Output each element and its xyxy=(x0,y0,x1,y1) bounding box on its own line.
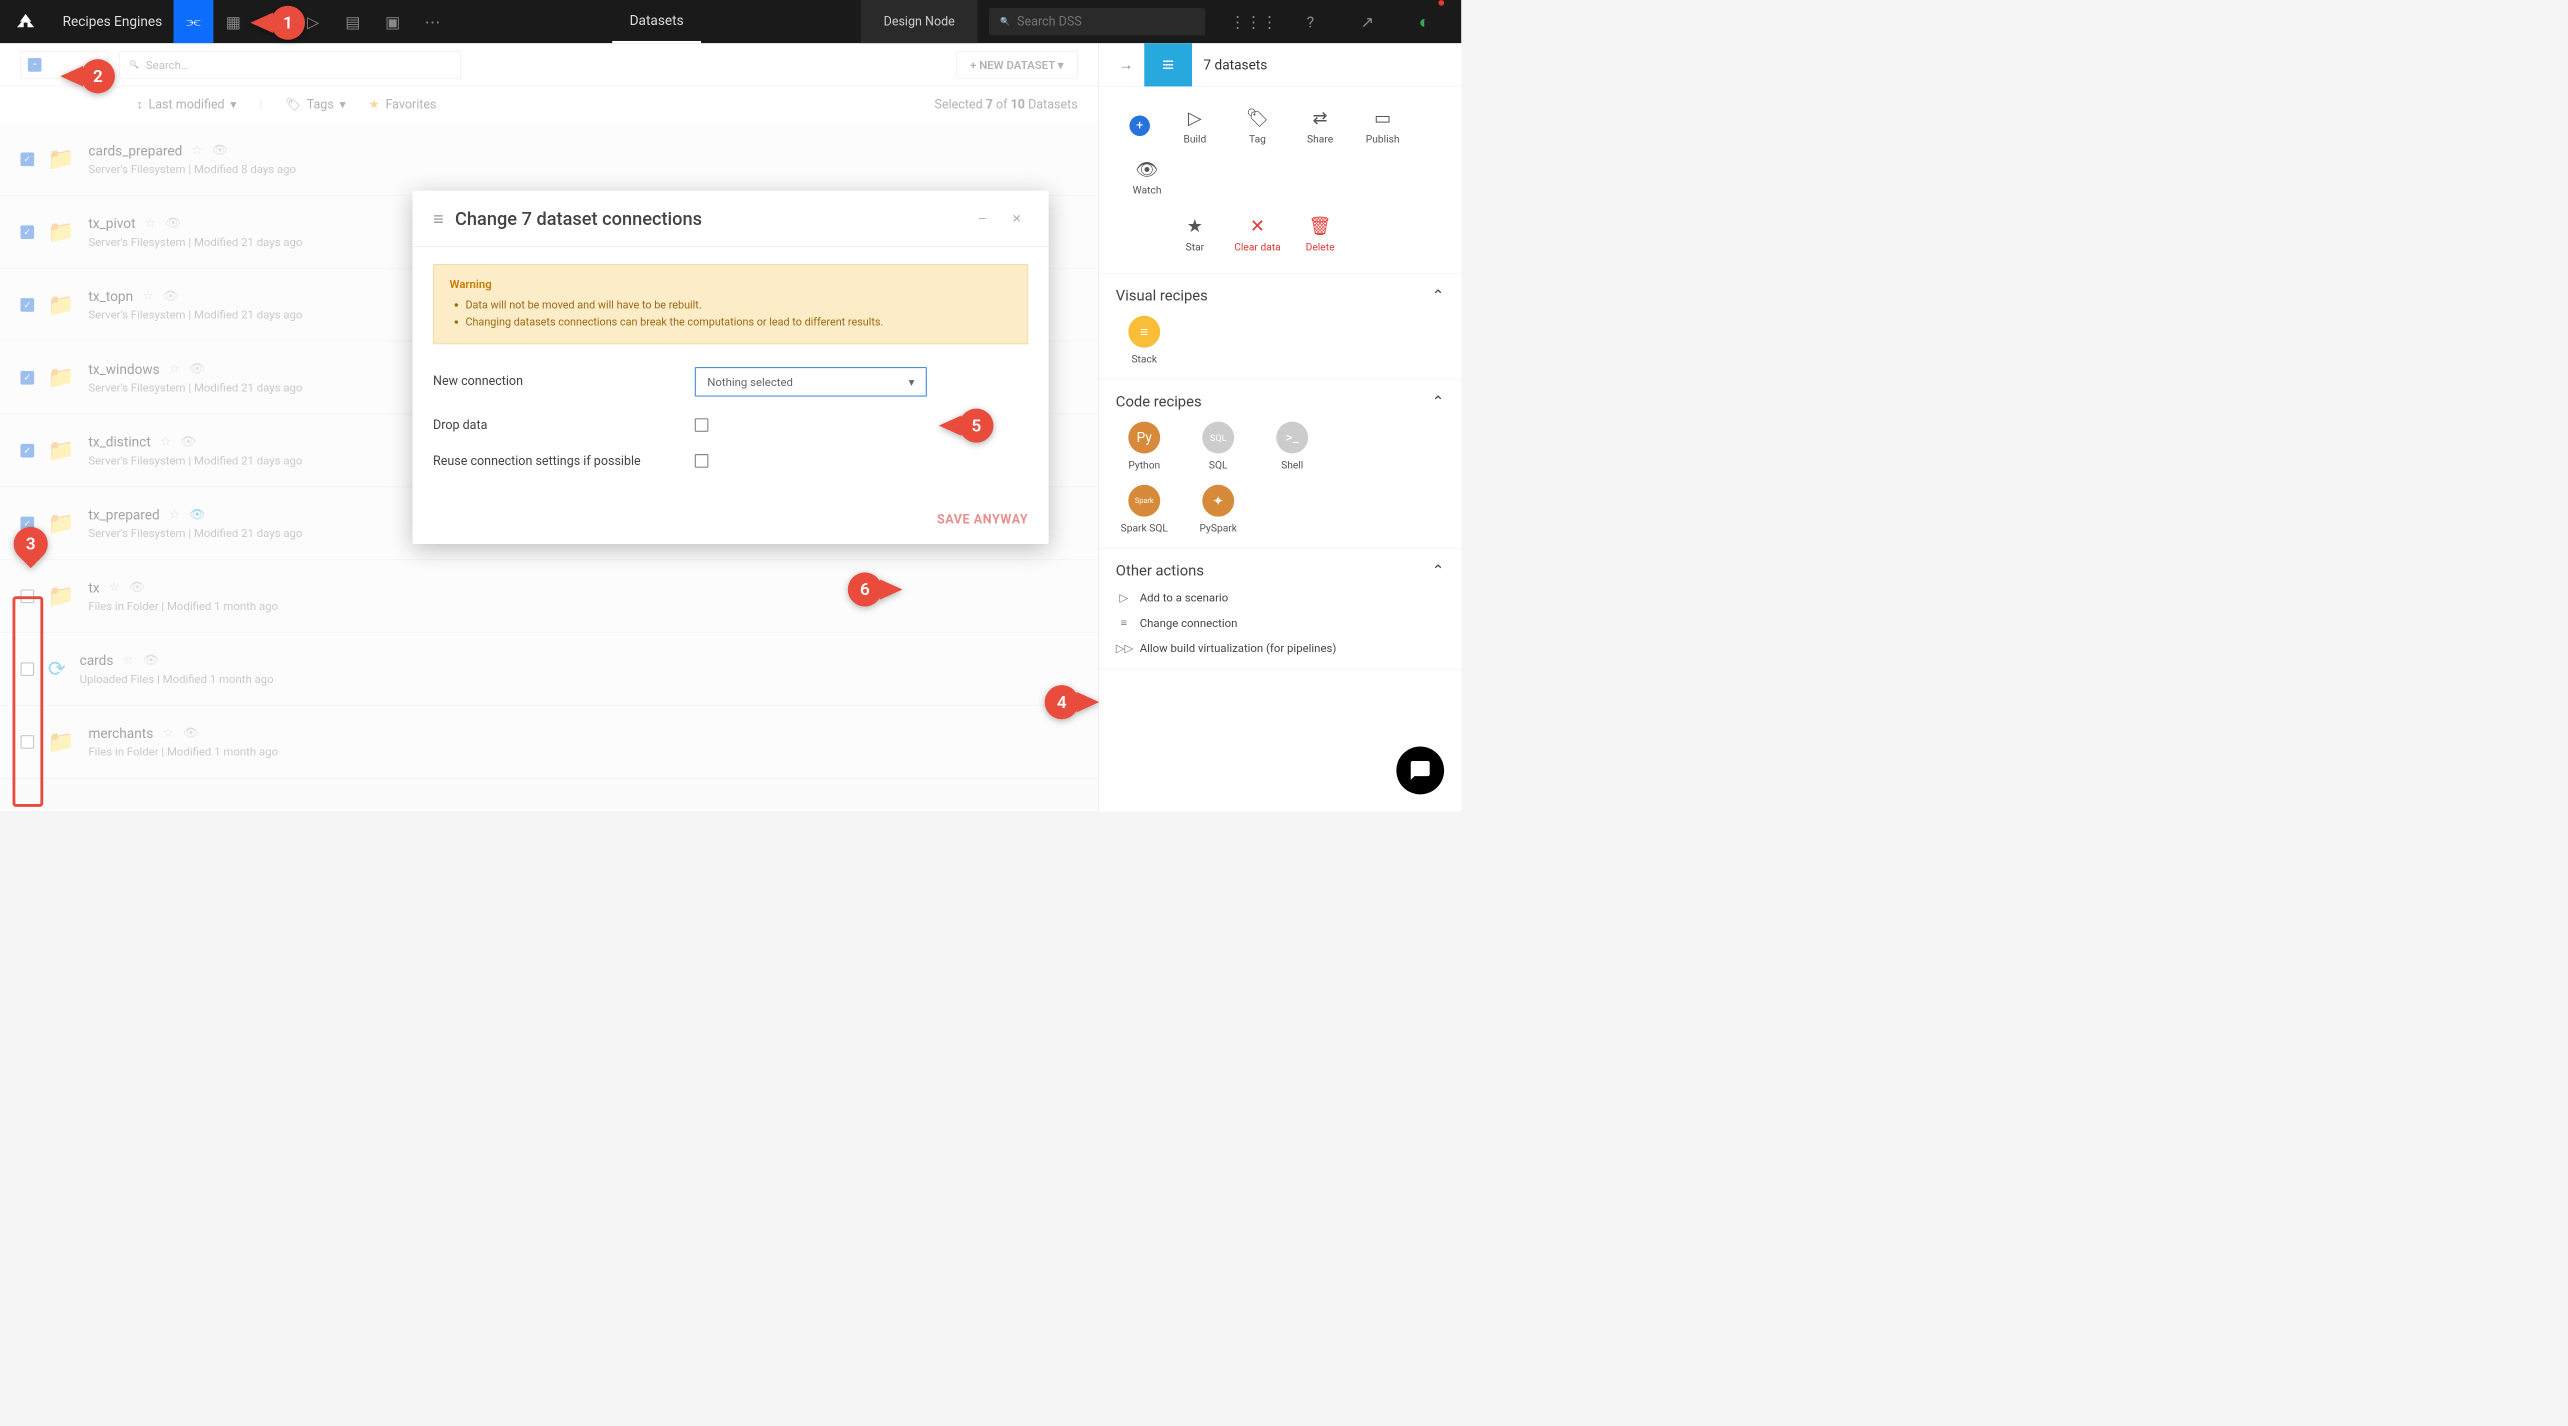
drop-data-label: Drop data xyxy=(433,418,695,432)
minimize-icon[interactable]: — xyxy=(971,212,994,226)
publish-action[interactable]: ▭Publish xyxy=(1351,100,1414,151)
other-actions-section: Other actions⌃ ▷Add to a scenario ≡Chang… xyxy=(1099,549,1461,670)
callout-2: 2 xyxy=(60,59,115,93)
close-icon[interactable]: ✕ xyxy=(1005,212,1028,226)
tag-icon: 🏷 xyxy=(1246,107,1269,129)
right-panel: → ≡ 7 datasets + ▷Build 🏷Tag ⇄Share ▭Pub… xyxy=(1098,43,1461,811)
sql-icon: SQL xyxy=(1202,422,1234,454)
datasets-tab[interactable]: Datasets xyxy=(612,0,700,43)
star-action[interactable]: ★Star xyxy=(1164,208,1227,259)
forward-icon: ▷▷ xyxy=(1116,641,1132,655)
change-connection-modal: ≡ Change 7 dataset connections — ✕ Warni… xyxy=(413,191,1049,544)
stack-recipe[interactable]: ≡Stack xyxy=(1116,316,1173,366)
app-logo[interactable] xyxy=(0,0,51,43)
new-connection-select[interactable]: Nothing selected ▾ xyxy=(695,367,927,397)
callout-4: 4 xyxy=(1045,685,1100,719)
callout-3-box xyxy=(13,596,44,807)
search-dss[interactable]: 🔍 xyxy=(989,8,1205,35)
modal-title: Change 7 dataset connections xyxy=(455,208,960,230)
topbar-center: Datasets xyxy=(452,0,860,43)
warning-item: Changing datasets connections can break … xyxy=(465,314,1011,331)
callout-5: 5 xyxy=(939,409,994,443)
dataset-count: 7 datasets xyxy=(1203,57,1267,73)
build-action[interactable]: ▷Build xyxy=(1164,100,1227,151)
database-icon: ≡ xyxy=(433,208,444,230)
add-action[interactable]: + xyxy=(1116,100,1164,151)
stack-icon[interactable]: ▤ xyxy=(333,0,373,43)
sparksql-icon: Spark xyxy=(1128,485,1160,517)
pyspark-recipe[interactable]: ✦PySpark xyxy=(1190,485,1247,535)
profile-icon[interactable]: ◐ xyxy=(1404,0,1444,43)
share-action[interactable]: ⇄Share xyxy=(1289,100,1352,151)
stack-icon: ≡ xyxy=(1128,316,1160,348)
play-icon: ▷ xyxy=(1116,591,1132,605)
callout-3: 3 xyxy=(14,527,48,561)
visual-recipes-section: Visual recipes⌃ ≡Stack xyxy=(1099,274,1461,380)
plus-icon: + xyxy=(1129,116,1149,136)
x-icon: ✕ xyxy=(1250,215,1265,237)
topbar-right: ⋮⋮⋮ ? ↗ ◐ xyxy=(1217,0,1462,43)
search-dss-input[interactable] xyxy=(1017,15,1194,29)
add-scenario-action[interactable]: ▷Add to a scenario xyxy=(1116,591,1444,605)
chat-widget[interactable] xyxy=(1396,747,1444,795)
drop-data-checkbox[interactable] xyxy=(695,418,709,432)
new-connection-label: New connection xyxy=(433,375,695,389)
play-icon: ▷ xyxy=(1188,107,1202,129)
chevron-up-icon: ⌃ xyxy=(1432,287,1444,304)
database-icon: ≡ xyxy=(1116,616,1132,630)
publish-icon: ▭ xyxy=(1374,107,1391,129)
clear-data-action[interactable]: ✕Clear data xyxy=(1226,208,1289,259)
tag-action[interactable]: 🏷Tag xyxy=(1226,100,1289,151)
trash-icon: 🗑 xyxy=(1309,215,1332,237)
dataset-badge-icon: ≡ xyxy=(1144,43,1192,86)
topbar: Recipes Engines ⫘ ▦ </> ▷ ▤ ▣ ⋯ Datasets… xyxy=(0,0,1461,43)
shell-recipe[interactable]: >_Shell xyxy=(1264,422,1321,472)
change-connection-action[interactable]: ≡Change connection xyxy=(1116,616,1444,630)
warning-title: Warning xyxy=(450,277,1012,291)
right-header: → ≡ 7 datasets xyxy=(1099,43,1461,86)
watch-action[interactable]: 👁Watch xyxy=(1116,151,1179,202)
code-recipes-section: Code recipes⌃ PyPython SQLSQL >_Shell Sp… xyxy=(1099,380,1461,549)
callout-1: 1 xyxy=(250,6,305,40)
code-recipes-title[interactable]: Code recipes⌃ xyxy=(1116,393,1444,410)
flow-icon[interactable]: ⫘ xyxy=(174,0,214,43)
project-title[interactable]: Recipes Engines xyxy=(51,14,173,30)
chevron-up-icon: ⌃ xyxy=(1432,562,1444,579)
reuse-label: Reuse connection settings if possible xyxy=(433,454,695,468)
collapse-icon[interactable]: → xyxy=(1115,56,1138,74)
python-recipe[interactable]: PyPython xyxy=(1116,422,1173,472)
shell-icon: >_ xyxy=(1276,422,1308,454)
more-icon[interactable]: ⋯ xyxy=(413,0,453,43)
activity-icon[interactable]: ↗ xyxy=(1347,0,1387,43)
chevron-down-icon: ▾ xyxy=(909,375,915,389)
square-icon[interactable]: ▣ xyxy=(373,0,413,43)
sql-recipe[interactable]: SQLSQL xyxy=(1190,422,1247,472)
delete-action[interactable]: 🗑Delete xyxy=(1289,208,1352,259)
design-node[interactable]: Design Node xyxy=(861,0,978,43)
apps-icon[interactable]: ⋮⋮⋮ xyxy=(1234,0,1274,43)
grid-icon[interactable]: ▦ xyxy=(213,0,253,43)
callout-6: 6 xyxy=(848,572,903,606)
python-icon: Py xyxy=(1128,422,1160,454)
visual-recipes-title[interactable]: Visual recipes⌃ xyxy=(1116,287,1444,304)
virtualization-action[interactable]: ▷▷Allow build virtualization (for pipeli… xyxy=(1116,641,1444,655)
warning-item: Data will not be moved and will have to … xyxy=(465,296,1011,313)
sparksql-recipe[interactable]: SparkSpark SQL xyxy=(1116,485,1173,535)
actions-grid: + ▷Build 🏷Tag ⇄Share ▭Publish 👁Watch ★St… xyxy=(1099,86,1461,273)
search-icon: 🔍 xyxy=(1000,17,1010,26)
pyspark-icon: ✦ xyxy=(1202,485,1234,517)
warning-box: Warning Data will not be moved and will … xyxy=(433,264,1028,344)
star-icon: ★ xyxy=(1187,215,1203,237)
other-actions-title[interactable]: Other actions⌃ xyxy=(1116,562,1444,579)
help-icon[interactable]: ? xyxy=(1290,0,1330,43)
save-anyway-button[interactable]: SAVE ANYWAY xyxy=(937,513,1028,527)
reuse-checkbox[interactable] xyxy=(695,454,709,468)
share-icon: ⇄ xyxy=(1312,107,1327,129)
eye-icon: 👁 xyxy=(1136,158,1159,180)
chevron-up-icon: ⌃ xyxy=(1432,393,1444,410)
